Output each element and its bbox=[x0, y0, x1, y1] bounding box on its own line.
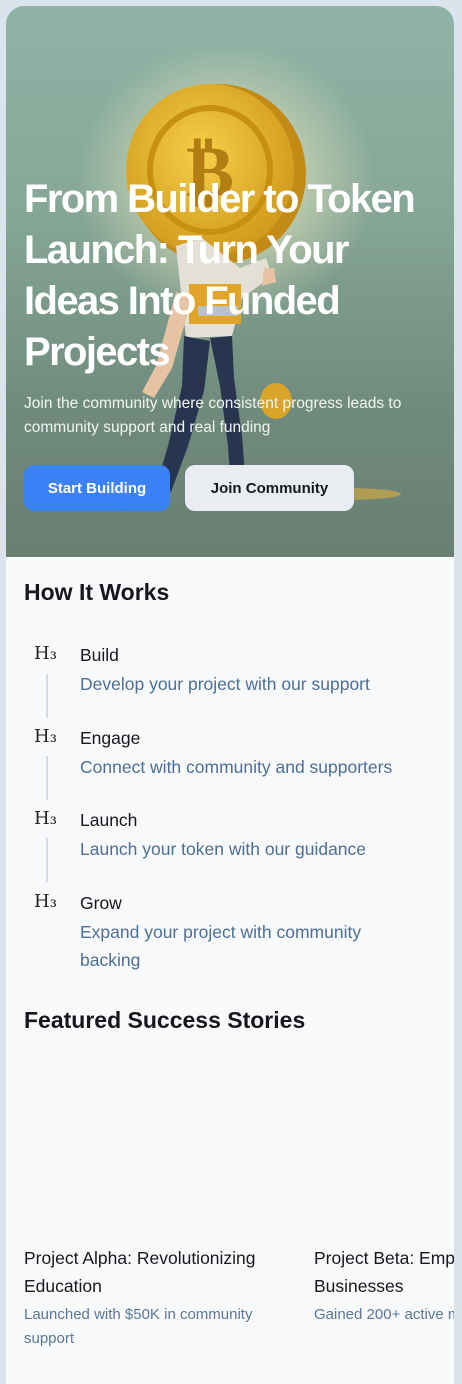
step-description: Connect with community and supporters bbox=[80, 757, 393, 777]
featured-stories-title: Featured Success Stories bbox=[24, 1007, 306, 1033]
step-description: Develop your project with our support bbox=[80, 674, 370, 694]
heading-3-icon: H₃ bbox=[34, 891, 57, 912]
step-connector bbox=[46, 838, 48, 882]
step-name: Launch bbox=[80, 810, 138, 830]
story-card-beta[interactable]: Project Beta: Empowering Local Businesse… bbox=[314, 1244, 454, 1327]
story-card-alpha[interactable]: Project Alpha: Revolutionizing Education… bbox=[24, 1244, 296, 1351]
step-connector bbox=[46, 674, 48, 718]
hero-title: From Builder to Token Launch: Turn Your … bbox=[24, 177, 416, 374]
story-title: Project Alpha: Revolutionizing Education bbox=[24, 1248, 256, 1296]
start-building-button[interactable]: Start Building bbox=[24, 465, 170, 511]
hero-subtitle: Join the community where consistent prog… bbox=[24, 395, 402, 436]
step-name: Grow bbox=[80, 893, 122, 913]
story-description: Launched with $50K in community support bbox=[24, 1306, 253, 1347]
step-description: Launch your token with our guidance bbox=[80, 839, 367, 859]
how-it-works-title: How It Works bbox=[24, 579, 170, 605]
heading-3-icon: H₃ bbox=[34, 726, 57, 747]
step-connector bbox=[46, 756, 48, 800]
hero-section: ₿ From Builder to Token Launch: Turn You… bbox=[6, 6, 454, 557]
heading-3-icon: H₃ bbox=[34, 808, 57, 829]
story-title: Project Beta: Empowering Local Businesse… bbox=[314, 1248, 454, 1296]
step-name: Build bbox=[80, 645, 119, 665]
heading-3-icon: H₃ bbox=[34, 643, 57, 664]
join-community-button[interactable]: Join Community bbox=[185, 465, 354, 511]
step-description: Expand your project with community backi… bbox=[80, 922, 362, 970]
app-frame: ₿ From Builder to Token Launch: Turn You… bbox=[6, 6, 454, 1384]
story-description: Gained 200+ active members bbox=[314, 1306, 454, 1323]
step-name: Engage bbox=[80, 728, 141, 748]
